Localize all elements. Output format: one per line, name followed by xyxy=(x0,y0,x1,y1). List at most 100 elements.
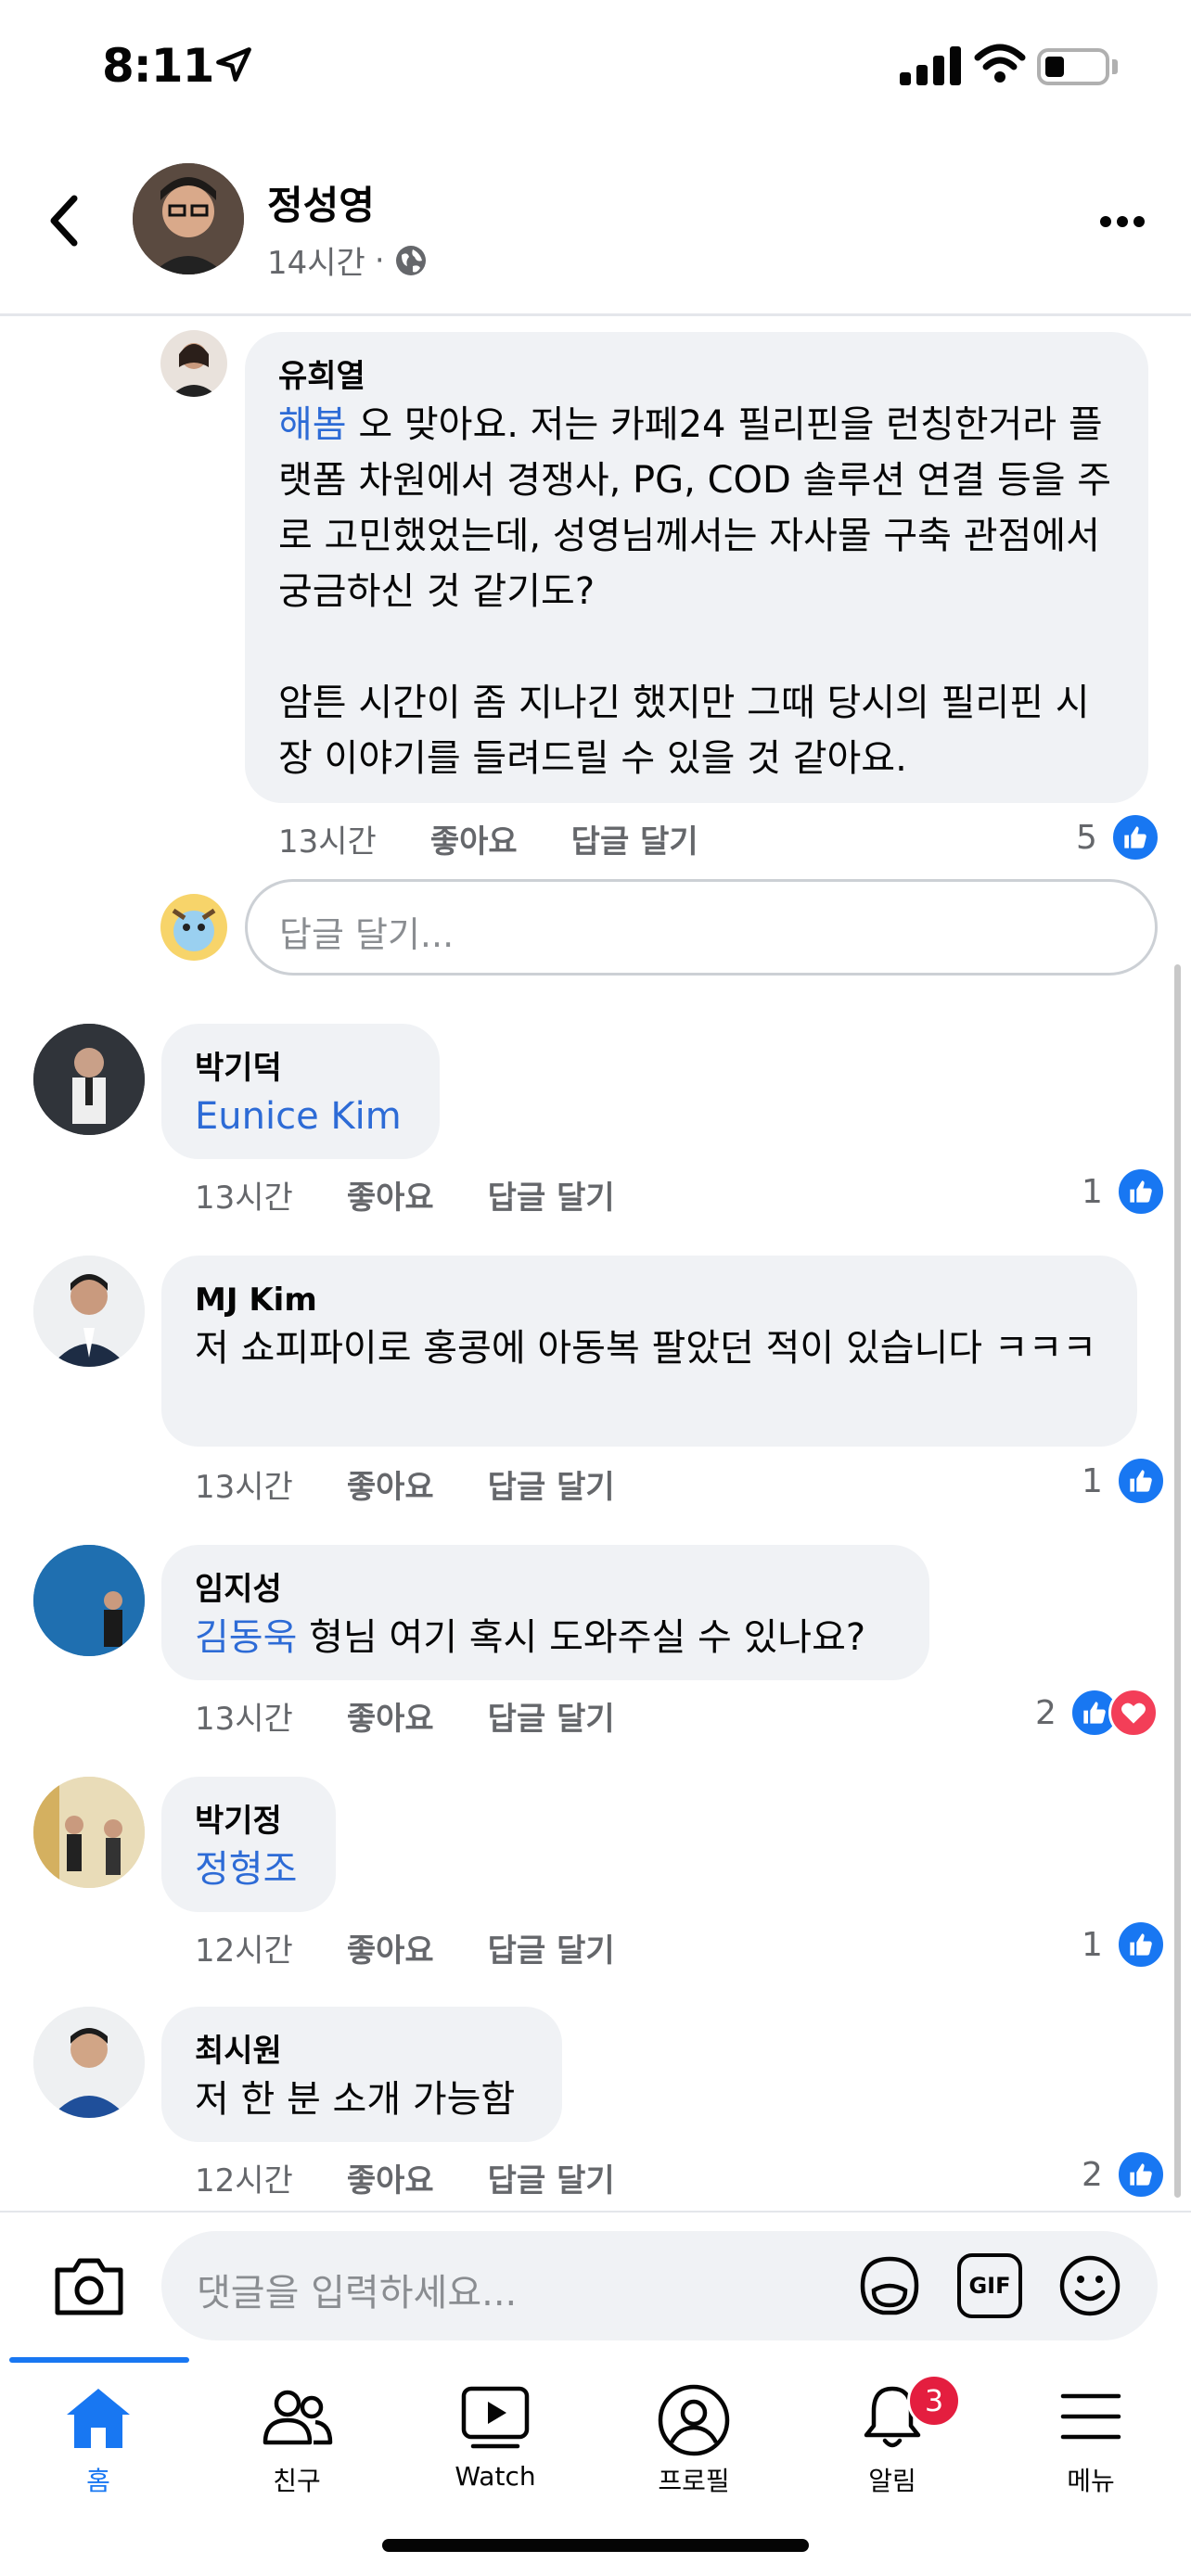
commenter-avatar[interactable] xyxy=(33,1545,145,1656)
reaction-number: 1 xyxy=(1082,1461,1103,1500)
tab-label: 알림 xyxy=(868,2466,916,2496)
comment-bubble: 유희열 해봄 오 맞아요. 저는 카페24 필리핀을 런칭한거라 플랫폼 차원에… xyxy=(245,332,1148,803)
mention-link[interactable]: 김동욱 xyxy=(195,1616,297,1659)
comment-time: 12시간 xyxy=(195,1932,293,1970)
reaction-number: 1 xyxy=(1082,1172,1103,1211)
back-icon[interactable] xyxy=(46,193,83,249)
mention-link[interactable]: Eunice Kim xyxy=(195,1095,402,1138)
mention-link[interactable]: 정형조 xyxy=(195,1848,297,1891)
like-link[interactable]: 좋아요 xyxy=(347,1172,434,1218)
mention-link[interactable]: 해봄 xyxy=(278,403,347,446)
friends-icon xyxy=(263,2390,333,2445)
heart-reaction-icon xyxy=(1108,1688,1159,1738)
post-author-avatar[interactable] xyxy=(133,163,244,274)
like-reaction-icon xyxy=(1115,1919,1166,1970)
camera-icon[interactable] xyxy=(52,2253,126,2318)
reply-link[interactable]: 답글 달기 xyxy=(488,1925,615,1970)
commenter-avatar[interactable] xyxy=(160,330,227,397)
comment-text: 정형조 xyxy=(195,1842,302,1897)
comment-body: 오 맞아요. 저는 카페24 필리핀을 런칭한거라 플랫폼 차원에서 경쟁사, … xyxy=(278,403,1112,780)
tab-home[interactable]: 홈 xyxy=(24,2383,173,2498)
battery-tip xyxy=(1112,59,1118,74)
more-options-icon[interactable] xyxy=(1100,213,1150,231)
comment-time: 13시간 xyxy=(195,1469,293,1506)
reply-link[interactable]: 답글 달기 xyxy=(571,816,698,861)
commenter-avatar[interactable] xyxy=(33,1777,145,1888)
location-arrow-icon xyxy=(216,47,251,82)
profile-icon xyxy=(658,2384,730,2456)
reaction-count[interactable]: 5 xyxy=(1076,812,1160,862)
reply-link[interactable]: 답글 달기 xyxy=(488,1461,615,1507)
reply-link[interactable]: 답글 달기 xyxy=(488,1693,615,1739)
like-link[interactable]: 좋아요 xyxy=(347,2155,434,2200)
battery-icon xyxy=(1037,48,1109,85)
like-reaction-icon xyxy=(1115,1167,1166,1217)
like-link[interactable]: 좋아요 xyxy=(347,1693,434,1739)
commenter-avatar[interactable] xyxy=(33,1024,145,1135)
comment-text: 저 쇼피파이로 홍콩에 아동복 팔았던 적이 있습니다 ㅋㅋㅋ xyxy=(195,1327,1097,1370)
sticker-icon[interactable] xyxy=(857,2253,922,2318)
commenter-name[interactable]: 임지성 xyxy=(195,1569,896,1610)
reply-link[interactable]: 답글 달기 xyxy=(488,2155,615,2200)
comment-meta: 13시간 좋아요 답글 달기 xyxy=(195,1172,615,1218)
emoji-icon[interactable] xyxy=(1057,2253,1122,2318)
tab-profile[interactable]: 프로필 xyxy=(620,2383,768,2498)
reaction-count[interactable]: 1 xyxy=(1082,1167,1166,1217)
reaction-count[interactable]: 1 xyxy=(1082,1456,1166,1506)
reaction-number: 2 xyxy=(1035,1693,1057,1732)
comment-time: 13시간 xyxy=(195,1180,293,1217)
globe-icon xyxy=(395,245,426,275)
tab-label: 프로필 xyxy=(658,2466,730,2496)
reaction-count[interactable]: 2 xyxy=(1082,2149,1166,2200)
comment-bubble: 임지성 김동욱 형님 여기 혹시 도와주실 수 있나요? xyxy=(161,1545,929,1680)
signal-icon xyxy=(900,46,965,85)
comment-time: 13시간 xyxy=(278,823,377,861)
notification-badge: 3 xyxy=(907,2374,961,2428)
gif-icon[interactable]: GIF xyxy=(957,2253,1022,2318)
tab-watch[interactable]: Watch xyxy=(421,2383,570,2492)
comment-text: Eunice Kim xyxy=(195,1089,406,1144)
watch-icon xyxy=(461,2386,530,2449)
gif-label: GIF xyxy=(968,2273,1011,2299)
reaction-count[interactable]: 1 xyxy=(1082,1919,1166,1970)
reply-link[interactable]: 답글 달기 xyxy=(488,1172,615,1218)
wifi-icon xyxy=(974,44,1026,83)
like-link[interactable]: 좋아요 xyxy=(347,1461,434,1507)
commenter-name[interactable]: 유희열 xyxy=(278,356,1115,397)
commenter-name[interactable]: 최시원 xyxy=(195,2031,529,2072)
scrollbar[interactable] xyxy=(1174,964,1181,2198)
reaction-count[interactable]: 2 xyxy=(1035,1688,1159,1738)
reply-input[interactable]: 답글 달기... xyxy=(245,879,1158,976)
comment-meta: 12시간 좋아요 답글 달기 xyxy=(195,2155,615,2200)
comment-body: 형님 여기 혹시 도와주실 수 있나요? xyxy=(297,1616,866,1659)
comment-time: 13시간 xyxy=(195,1701,293,1738)
post-time-separator: · xyxy=(374,241,385,279)
like-reaction-icon xyxy=(1109,812,1160,862)
commenter-name[interactable]: MJ Kim xyxy=(195,1280,1104,1320)
comment-text: 김동욱 형님 여기 혹시 도와주실 수 있나요? xyxy=(195,1610,896,1665)
comment-bubble: 박기덕 Eunice Kim xyxy=(161,1024,440,1159)
reaction-number: 5 xyxy=(1076,818,1097,857)
commenter-avatar[interactable] xyxy=(33,1256,145,1367)
like-link[interactable]: 좋아요 xyxy=(430,816,518,861)
home-indicator xyxy=(382,2539,809,2552)
menu-icon xyxy=(1060,2393,1121,2440)
commenter-name[interactable]: 박기정 xyxy=(195,1801,302,1842)
comment-bubble: 최시원 저 한 분 소개 가능함 xyxy=(161,2007,562,2142)
tab-label: 친구 xyxy=(273,2466,321,2496)
comment-meta: 13시간 좋아요 답글 달기 xyxy=(195,1461,615,1507)
post-author-name[interactable]: 정성영 xyxy=(267,174,375,231)
header-divider xyxy=(0,313,1191,316)
tab-notifications[interactable]: 3 알림 xyxy=(818,2374,967,2498)
tab-label: 메뉴 xyxy=(1067,2466,1115,2496)
tab-menu[interactable]: 메뉴 xyxy=(1017,2383,1165,2498)
active-tab-indicator xyxy=(9,2357,189,2363)
like-link[interactable]: 좋아요 xyxy=(347,1925,434,1970)
tab-label: Watch xyxy=(455,2461,536,2492)
commenter-name[interactable]: 박기덕 xyxy=(195,1048,406,1089)
my-avatar xyxy=(160,894,227,961)
tab-friends[interactable]: 친구 xyxy=(223,2383,371,2498)
commenter-avatar[interactable] xyxy=(33,2007,145,2118)
comment-text: 해봄 오 맞아요. 저는 카페24 필리핀을 런칭한거라 플랫폼 차원에서 경쟁… xyxy=(278,397,1115,786)
comment-time: 12시간 xyxy=(195,2162,293,2200)
